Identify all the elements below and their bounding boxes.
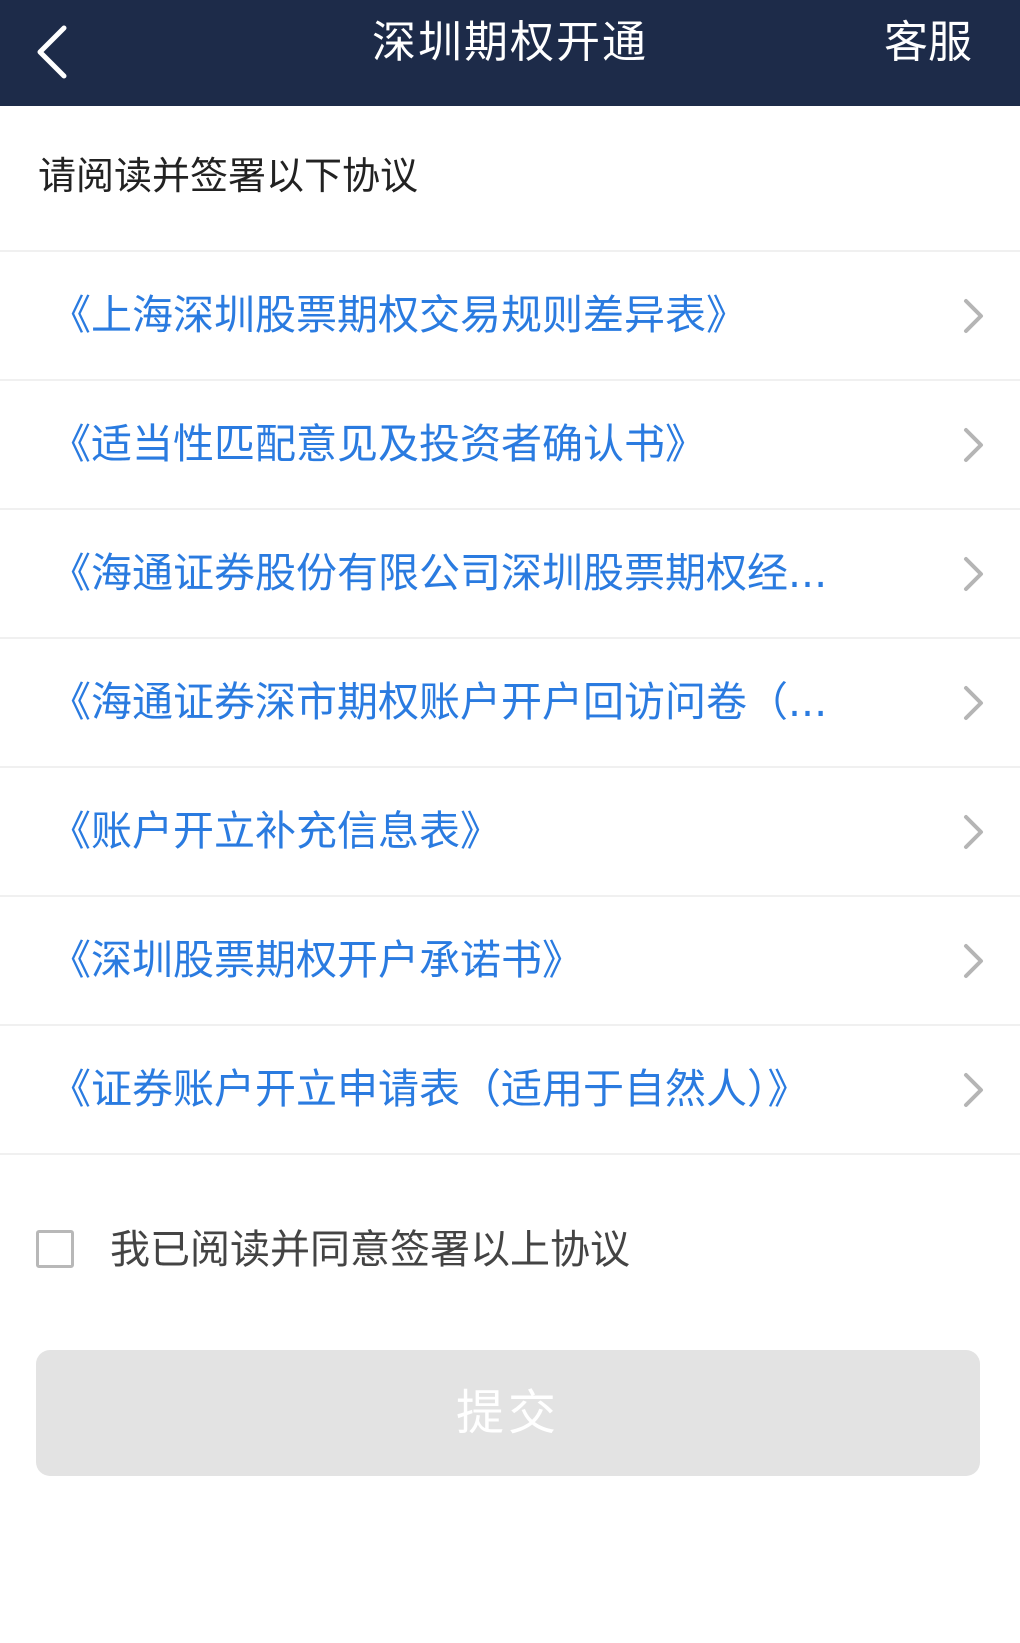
agreement-list: 《上海深圳股票期权交易规则差异表》 《适当性匹配意见及投资者确认书》 《海通证券…	[0, 250, 1020, 1155]
agreement-title: 《海通证券股份有限公司深圳股票期权经...	[50, 549, 828, 597]
agreement-title: 《适当性匹配意见及投资者确认书》	[50, 420, 706, 468]
chevron-right-icon	[964, 428, 983, 462]
chevron-right-icon	[964, 299, 983, 333]
agreement-title: 《海通证券深市期权账户开户回访问卷（...	[50, 678, 828, 726]
chevron-right-icon	[964, 815, 983, 849]
agreement-item[interactable]: 《账户开立补充信息表》	[0, 768, 1020, 897]
agreement-item[interactable]: 《上海深圳股票期权交易规则差异表》	[0, 252, 1020, 381]
agreement-item[interactable]: 《海通证券股份有限公司深圳股票期权经...	[0, 510, 1020, 639]
chevron-right-icon	[964, 944, 983, 978]
chevron-right-icon	[964, 1073, 983, 1107]
agreement-title: 《深圳股票期权开户承诺书》	[50, 936, 583, 984]
agreement-title: 《证券账户开立申请表（适用于自然人）》	[50, 1065, 809, 1113]
customer-service-button[interactable]: 客服	[884, 0, 972, 86]
agreement-item[interactable]: 《证券账户开立申请表（适用于自然人）》	[0, 1026, 1020, 1155]
agreement-title: 《上海深圳股票期权交易规则差异表》	[50, 291, 747, 339]
agree-label: 我已阅读并同意签署以上协议	[110, 1227, 630, 1273]
agreement-item[interactable]: 《适当性匹配意见及投资者确认书》	[0, 381, 1020, 510]
agree-checkbox[interactable]	[36, 1230, 74, 1268]
chevron-right-icon	[964, 686, 983, 720]
agreement-title: 《账户开立补充信息表》	[50, 807, 501, 855]
page-title: 深圳期权开通	[372, 17, 648, 68]
intro-text: 请阅读并签署以下协议	[38, 154, 419, 198]
top-nav-bar: 深圳期权开通 客服	[0, 0, 1020, 106]
submit-button[interactable]: 提交	[36, 1350, 980, 1476]
agreement-item[interactable]: 《海通证券深市期权账户开户回访问卷（...	[0, 639, 1020, 768]
agreement-item[interactable]: 《深圳股票期权开户承诺书》	[0, 897, 1020, 1026]
chevron-right-icon	[964, 557, 983, 591]
